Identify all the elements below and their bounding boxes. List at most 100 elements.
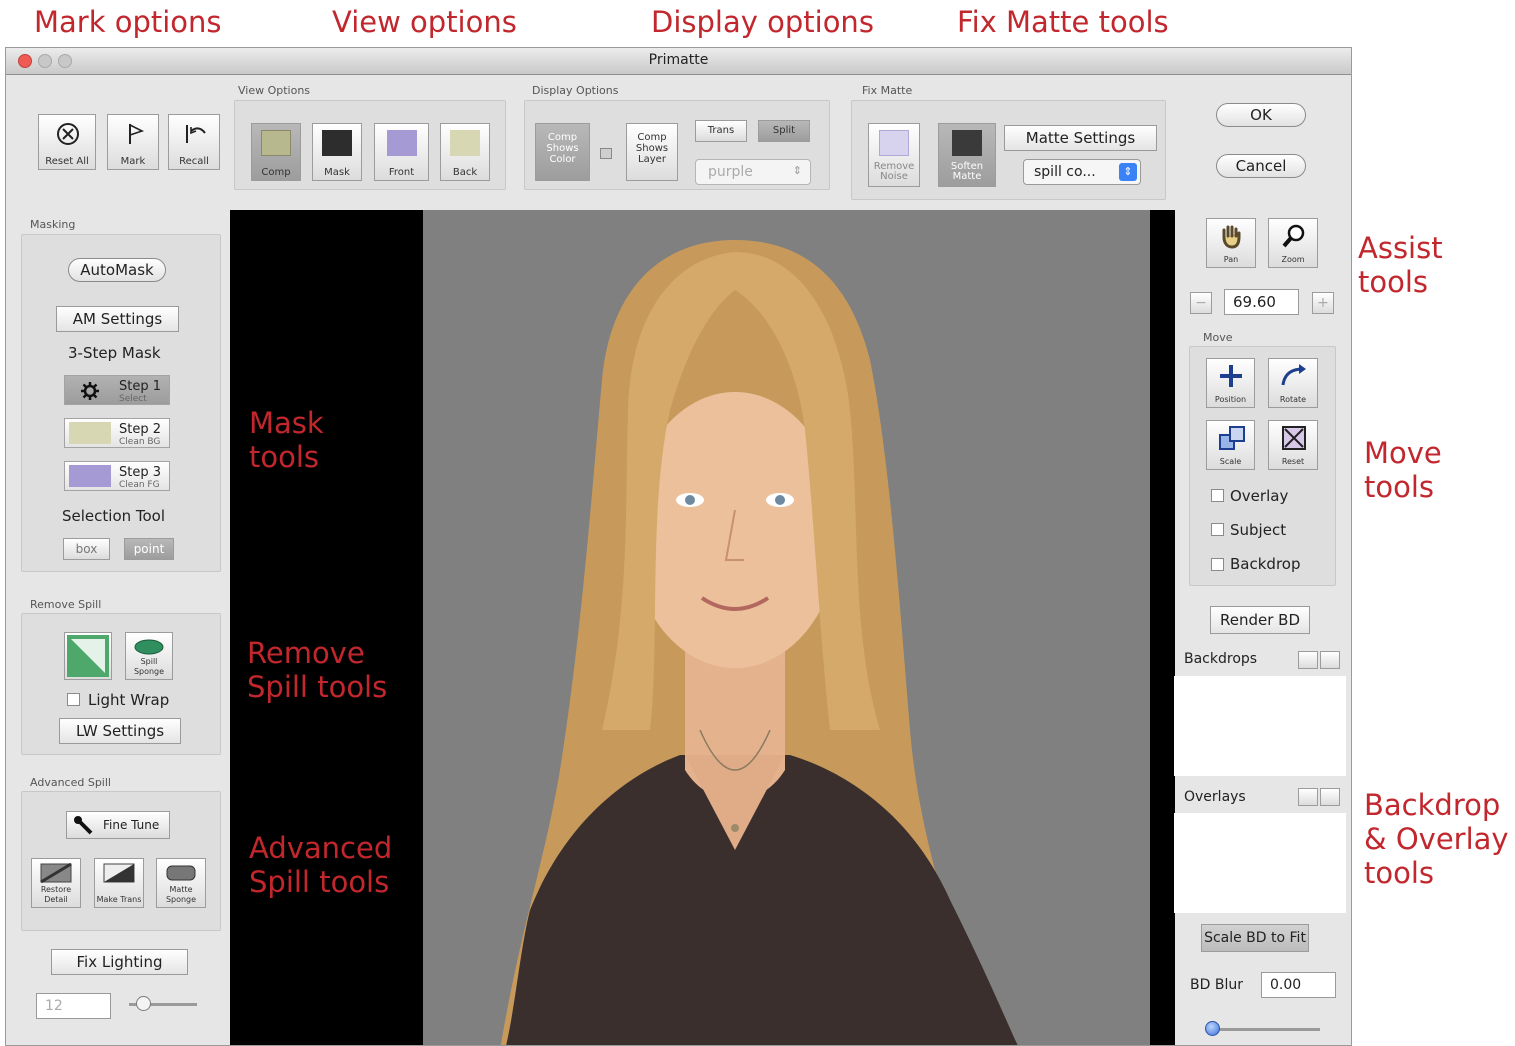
cancel-button[interactable]: Cancel <box>1216 154 1306 178</box>
position-button[interactable]: Position <box>1206 358 1255 408</box>
fix-lighting-button[interactable]: Fix Lighting <box>51 949 188 975</box>
fine-tune-button[interactable]: Fine Tune <box>66 811 170 839</box>
bd-blur-field[interactable]: 0.00 <box>1261 972 1336 998</box>
overlays-list[interactable] <box>1174 813 1346 913</box>
make-trans-button[interactable]: Make Trans <box>94 858 144 908</box>
light-wrap-checkbox[interactable] <box>67 693 80 706</box>
spill-removal-button[interactable] <box>64 632 112 680</box>
remove-noise-label: Remove Noise <box>873 161 915 182</box>
front-thumbnail-icon <box>386 130 417 156</box>
minus-icon: − <box>1195 295 1207 311</box>
remove-noise-button[interactable]: Remove Noise <box>868 123 920 187</box>
reset-move-label: Reset <box>1281 457 1305 466</box>
automask-button[interactable]: AutoMask <box>68 258 166 282</box>
hand-icon <box>1222 225 1241 249</box>
zoom-label: Zoom <box>1281 255 1305 264</box>
gear-icon <box>81 382 99 400</box>
soften-matte-button[interactable]: Soften Matte <box>938 123 996 187</box>
display-toggle-switch[interactable] <box>600 148 612 159</box>
noise-thumbnail-icon <box>879 130 909 156</box>
view-mask-label: Mask <box>324 167 350 178</box>
comp-shows-layer-button[interactable]: Comp Shows Layer <box>626 123 678 181</box>
select-arrows-icon: ⇕ <box>1119 163 1137 181</box>
matte-sponge-label: Matte Sponge <box>165 885 197 904</box>
mask-thumbnail-icon <box>322 130 352 156</box>
overlays-add-button[interactable] <box>1298 788 1318 806</box>
lighting-value-field[interactable]: 12 <box>36 993 111 1019</box>
annotation-remove-spill-tools: Remove Spill tools <box>247 636 388 704</box>
zoom-button[interactable]: Zoom <box>1268 218 1318 268</box>
scale-bd-to-fit-label: Scale BD to Fit <box>1204 930 1306 946</box>
annotation-mark-options: Mark options <box>34 5 222 39</box>
spill-sponge-button[interactable]: Spill Sponge <box>125 632 173 680</box>
lighting-slider-knob[interactable] <box>135 996 151 1011</box>
step2-thumbnail-icon <box>69 422 111 444</box>
pan-button[interactable]: Pan <box>1206 218 1256 268</box>
scale-bd-to-fit-button[interactable]: Scale BD to Fit <box>1201 924 1309 952</box>
zoom-out-button[interactable]: − <box>1190 292 1212 314</box>
lw-settings-button[interactable]: LW Settings <box>59 718 181 744</box>
step2-button[interactable]: Step 2 Clean BG <box>64 418 170 448</box>
matte-settings-button[interactable]: Matte Settings <box>1004 125 1157 151</box>
color-select[interactable]: purple ⇕ <box>695 159 811 185</box>
render-bd-button[interactable]: Render BD <box>1210 606 1310 634</box>
bd-blur-label: BD Blur <box>1190 977 1243 993</box>
restore-detail-button[interactable]: Restore Detail <box>31 858 81 908</box>
subject-label: Subject <box>1230 521 1287 539</box>
zoom-in-button[interactable]: + <box>1312 292 1334 314</box>
view-comp-label: Comp <box>261 167 291 178</box>
mark-button[interactable]: Mark <box>107 114 159 170</box>
bd-blur-slider-track[interactable] <box>1206 1028 1320 1031</box>
window-title: Primatte <box>648 52 709 68</box>
lighting-value: 12 <box>45 998 63 1014</box>
annotation-display-options: Display options <box>651 5 874 39</box>
backdrops-add-button[interactable] <box>1298 651 1318 669</box>
select-arrows-icon: ⇕ <box>792 164 802 177</box>
backdrops-list[interactable] <box>1174 676 1346 776</box>
matte-settings-label: Matte Settings <box>1025 129 1136 147</box>
reset-all-label: Reset All <box>45 156 89 167</box>
advanced-spill-label: Advanced Spill <box>30 776 111 789</box>
step2-sublabel: Clean BG <box>119 437 161 447</box>
rotate-button[interactable]: Rotate <box>1268 358 1318 408</box>
comp-shows-color-label: Comp Shows Color <box>546 132 579 165</box>
annotation-view-options: View options <box>332 5 517 39</box>
zoom-value: 69.60 <box>1233 293 1276 311</box>
am-settings-button[interactable]: AM Settings <box>56 306 179 332</box>
scale-button[interactable]: Scale <box>1206 420 1255 470</box>
spill-select[interactable]: spill co... ⇕ <box>1023 159 1141 185</box>
restore-detail-label: Restore Detail <box>40 885 72 904</box>
rotate-arrow-icon <box>1281 364 1306 386</box>
reset-move-button[interactable]: Reset <box>1268 420 1318 470</box>
three-step-mask-heading: 3-Step Mask <box>68 344 161 362</box>
step1-button[interactable]: Step 1 Select <box>64 375 170 405</box>
trans-button[interactable]: Trans <box>695 120 747 142</box>
matte-sponge-button[interactable]: Matte Sponge <box>156 858 206 908</box>
spill-sponge-label: Spill Sponge <box>133 657 165 676</box>
overlay-checkbox[interactable] <box>1211 489 1224 502</box>
view-back-button[interactable]: Back <box>440 123 490 181</box>
view-mask-button[interactable]: Mask <box>312 123 362 181</box>
backdrop-checkbox[interactable] <box>1211 558 1224 571</box>
recall-button[interactable]: Recall <box>168 114 220 170</box>
preview-canvas[interactable]: Mask tools Remove Spill tools Advanced S… <box>230 210 1175 1045</box>
sponge-icon <box>134 639 164 655</box>
split-button[interactable]: Split <box>758 120 810 142</box>
backdrop-label: Backdrop <box>1230 555 1301 573</box>
comp-shows-color-button[interactable]: Comp Shows Color <box>535 123 590 181</box>
comp-thumbnail-icon <box>261 130 291 156</box>
zoom-value-field[interactable]: 69.60 <box>1224 289 1299 315</box>
bd-blur-slider-knob[interactable] <box>1205 1021 1220 1036</box>
step3-button[interactable]: Step 3 Clean FG <box>64 461 170 491</box>
reset-all-button[interactable]: Reset All <box>38 114 96 170</box>
step1-label: Step 1 <box>119 379 162 394</box>
backdrops-remove-button[interactable] <box>1320 651 1340 669</box>
subject-checkbox[interactable] <box>1211 523 1224 536</box>
overlays-remove-button[interactable] <box>1320 788 1340 806</box>
restore-detail-icon <box>40 863 72 883</box>
box-select-button[interactable]: box <box>63 538 110 560</box>
ok-button[interactable]: OK <box>1216 103 1306 127</box>
view-comp-button[interactable]: Comp <box>251 123 301 181</box>
view-front-button[interactable]: Front <box>374 123 429 181</box>
point-select-button[interactable]: point <box>124 538 174 560</box>
